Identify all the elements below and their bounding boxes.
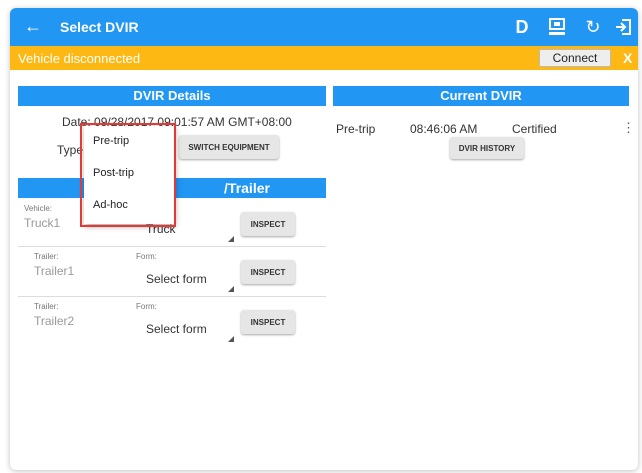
dropdown-option-ad-hoc[interactable]: Ad-hoc xyxy=(93,199,128,211)
current-dvir-type: Pre-trip xyxy=(336,122,376,136)
inspect-vehicle-button[interactable]: INSPECT xyxy=(241,212,295,236)
trailer1-name: Trailer1 xyxy=(34,264,75,278)
vehicle-label: Vehicle: xyxy=(24,204,53,213)
trailer1-label: Trailer: xyxy=(34,252,59,261)
driver-status-button[interactable]: D xyxy=(512,16,532,38)
app-window: ← Select DVIR D ↻ Vehicle disconnected C… xyxy=(10,8,638,470)
banner-message: Vehicle disconnected xyxy=(18,51,141,66)
row-divider xyxy=(18,296,326,297)
dvir-details-header: DVIR Details xyxy=(18,86,326,106)
connect-button[interactable]: Connect xyxy=(539,49,611,67)
logout-icon[interactable] xyxy=(614,16,634,38)
inspect-trailer2-button[interactable]: INSPECT xyxy=(241,310,295,334)
banner-close-button[interactable]: X xyxy=(623,50,632,66)
trailer2-form-arrow-icon[interactable] xyxy=(228,336,234,342)
dvir-history-button[interactable]: DVIR HISTORY xyxy=(450,137,524,159)
refresh-icon[interactable]: ↻ xyxy=(582,16,604,38)
vehicle-form-arrow-icon[interactable] xyxy=(228,236,234,242)
row-divider xyxy=(18,246,326,247)
current-dvir-time: 08:46:06 AM xyxy=(410,122,478,136)
trailer2-name: Trailer2 xyxy=(34,314,75,328)
vehicle-name: Truck1 xyxy=(24,216,61,230)
trailer1-form-label: Form: xyxy=(136,252,157,261)
switch-equipment-button[interactable]: SWITCH EQUIPMENT xyxy=(179,135,279,159)
type-dropdown-menu: Pre-trip Post-trip Ad-hoc xyxy=(84,126,174,224)
back-arrow-icon[interactable]: ← xyxy=(24,17,42,35)
inspect-trailer1-button[interactable]: INSPECT xyxy=(241,260,295,284)
trailer1-form-select[interactable]: Select form xyxy=(146,272,207,286)
trailer2-label: Trailer: xyxy=(34,302,59,311)
trailer2-form-select[interactable]: Select form xyxy=(146,322,207,336)
page-title: Select DVIR xyxy=(60,19,139,35)
type-label: Type: xyxy=(57,143,87,157)
vehicle-form-select[interactable]: Truck xyxy=(146,222,176,236)
dropdown-option-pre-trip[interactable]: Pre-trip xyxy=(93,135,129,147)
current-dvir-status: Certified xyxy=(512,122,557,136)
dvir-icon[interactable] xyxy=(546,16,568,38)
app-bar: ← Select DVIR D ↻ xyxy=(10,8,638,46)
trailer1-form-arrow-icon[interactable] xyxy=(228,286,234,292)
trailer2-form-label: Form: xyxy=(136,302,157,311)
current-dvir-header: Current DVIR xyxy=(333,86,629,106)
more-options-icon[interactable]: ⋮ xyxy=(622,120,635,136)
connection-banner: Vehicle disconnected Connect X xyxy=(10,46,638,70)
dropdown-option-post-trip[interactable]: Post-trip xyxy=(93,167,134,179)
